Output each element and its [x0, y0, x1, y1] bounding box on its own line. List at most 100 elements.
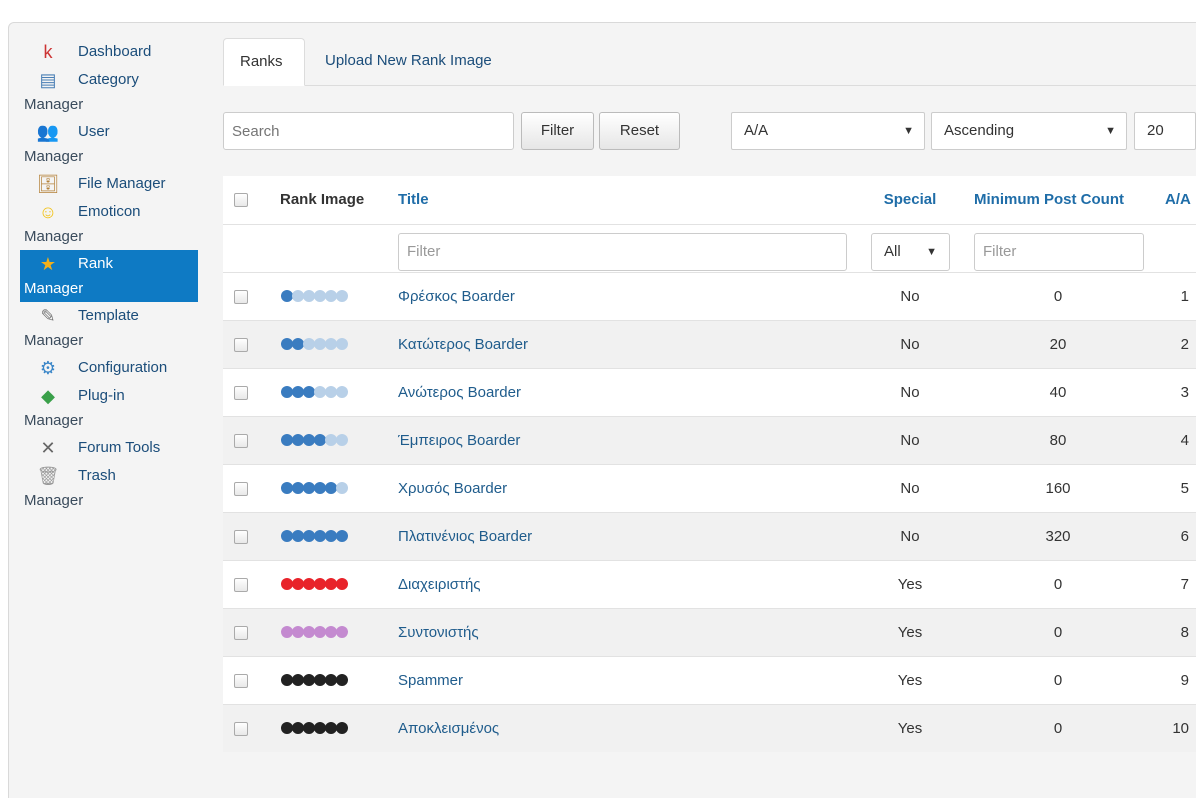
row-checkbox[interactable] [234, 338, 248, 352]
rank-title-link[interactable]: Συντονιστής [398, 609, 479, 657]
rank-title-link[interactable]: Φρέσκος Boarder [398, 273, 515, 321]
table-row: Συντονιστής Yes 0 8 [223, 608, 1196, 656]
rank-title-link[interactable]: Χρυσός Boarder [398, 465, 507, 513]
rank-order: 10 [1172, 720, 1189, 737]
rank-special: No [900, 384, 920, 401]
rank-special: No [900, 480, 920, 497]
category-icon: ▤ [39, 70, 57, 90]
configuration-icon: ⚙ [39, 358, 57, 378]
row-checkbox[interactable] [234, 530, 248, 544]
chevron-down-icon: ▼ [903, 125, 914, 137]
rank-order: 1 [1180, 288, 1189, 305]
sidebar-item-template[interactable]: ✎ Template Manager [20, 302, 198, 354]
header-order[interactable]: A/A [1165, 176, 1191, 224]
sidebar-item-plug-in[interactable]: ◆ Plug-in Manager [20, 382, 198, 434]
sidebar-item-user[interactable]: 👥 User Manager [20, 118, 198, 170]
rank-image [281, 338, 348, 352]
rank-special: No [900, 528, 920, 545]
special-filter-select[interactable]: All ▼ [871, 233, 950, 271]
table-row: Αποκλεισμένος Yes 0 10 [223, 704, 1196, 752]
header-min-post-count[interactable]: Minimum Post Count [974, 176, 1124, 224]
sidebar-item-emoticon[interactable]: ☺ Emoticon Manager [20, 198, 198, 250]
count-filter-input[interactable]: Filter [974, 233, 1144, 271]
rank-min-post-count: 0 [1053, 720, 1063, 737]
filter-button[interactable]: Filter [521, 112, 594, 150]
rank-title-link[interactable]: Αποκλεισμένος [398, 705, 499, 753]
tab-ranks[interactable]: Ranks [223, 38, 305, 86]
rank-image [281, 530, 348, 544]
rank-special: Yes [897, 576, 923, 593]
rank-title-link[interactable]: Έμπειρος Boarder [398, 417, 520, 465]
header-special[interactable]: Special [870, 176, 950, 224]
rank-image [281, 722, 348, 736]
rank-title-link[interactable]: Κατώτερος Boarder [398, 321, 528, 369]
row-checkbox[interactable] [234, 674, 248, 688]
rank-title-link[interactable]: Ανώτερος Boarder [398, 369, 521, 417]
rank-image [281, 674, 348, 688]
limit-value: 20 [1147, 122, 1164, 139]
sidebar-item-configuration[interactable]: ⚙ Configuration [20, 354, 198, 382]
row-checkbox[interactable] [234, 578, 248, 592]
rank-dot [336, 290, 348, 302]
direction-select[interactable]: Ascending ▼ [931, 112, 1127, 150]
row-checkbox[interactable] [234, 626, 248, 640]
sidebar-item-label-continued: Manager [24, 412, 84, 429]
title-filter-input[interactable]: Filter [398, 233, 847, 271]
table-header-row: Rank Image Title Special Minimum Post Co… [223, 176, 1196, 224]
rank-dot [336, 530, 348, 542]
sidebar-item-rank[interactable]: ★ Rank Manager [20, 250, 198, 302]
sidebar-item-label-continued: Manager [24, 96, 84, 113]
rank-order: 3 [1180, 384, 1189, 401]
order-by-select[interactable]: A/A ▼ [731, 112, 925, 150]
table-row: Κατώτερος Boarder No 20 2 [223, 320, 1196, 368]
rank-order: 6 [1180, 528, 1189, 545]
rank-title-link[interactable]: Spammer [398, 657, 463, 705]
header-rank-image: Rank Image [280, 191, 365, 208]
rank-min-post-count: 0 [1053, 624, 1063, 641]
rank-dot [336, 626, 348, 638]
rank-special: No [900, 288, 920, 305]
rank-image [281, 290, 348, 304]
row-checkbox[interactable] [234, 386, 248, 400]
row-checkbox[interactable] [234, 434, 248, 448]
rank-title-link[interactable]: Πλατινένιος Boarder [398, 513, 532, 561]
rank-dot [336, 482, 348, 494]
rank-image [281, 434, 348, 448]
direction-value: Ascending [944, 122, 1015, 139]
order-by-value: A/A [744, 122, 769, 139]
rank-min-post-count: 320 [1045, 528, 1071, 545]
row-checkbox[interactable] [234, 290, 248, 304]
rank-order: 8 [1180, 624, 1189, 641]
tab-upload-rank-image[interactable]: Upload New Rank Image [309, 38, 508, 86]
special-filter-value: All [884, 243, 901, 260]
sidebar-item-forum-tools[interactable]: ✕ Forum Tools [20, 434, 198, 462]
tools-icon: ✕ [40, 438, 56, 458]
rank-dot [336, 722, 348, 734]
sidebar-item-category[interactable]: ▤ Category Manager [20, 66, 198, 118]
template-icon: ✎ [40, 306, 56, 326]
limit-select[interactable]: 20 [1134, 112, 1196, 150]
trash-icon: 🗑 [36, 466, 60, 486]
sidebar-item-file-manager[interactable]: 🗄 File Manager [20, 170, 198, 198]
row-checkbox[interactable] [234, 482, 248, 496]
row-checkbox[interactable] [234, 722, 248, 736]
search-input[interactable] [223, 112, 514, 150]
select-all-checkbox[interactable] [234, 193, 248, 207]
table-row: Spammer Yes 0 9 [223, 656, 1196, 704]
chevron-down-icon: ▼ [1105, 125, 1116, 137]
sidebar-item-label-continued: Manager [24, 492, 84, 509]
rank-order: 7 [1180, 576, 1189, 593]
sidebar-item-trash[interactable]: 🗑 Trash Manager [20, 462, 198, 514]
rank-special: Yes [897, 720, 923, 737]
rank-dot [336, 578, 348, 590]
header-title[interactable]: Title [398, 176, 429, 224]
sidebar: k Dashboard ▤ Category Manager 👥 User Manager 🗄 F… [20, 38, 198, 514]
rank-image [281, 386, 348, 400]
sidebar-item-dashboard[interactable]: k Dashboard [20, 38, 198, 66]
reset-button[interactable]: Reset [599, 112, 680, 150]
rank-min-post-count: 40 [1049, 384, 1067, 401]
rank-order: 5 [1180, 480, 1189, 497]
star-icon: ★ [39, 254, 57, 274]
rank-title-link[interactable]: Διαχειριστής [398, 561, 481, 609]
smiley-icon: ☺ [38, 202, 58, 222]
